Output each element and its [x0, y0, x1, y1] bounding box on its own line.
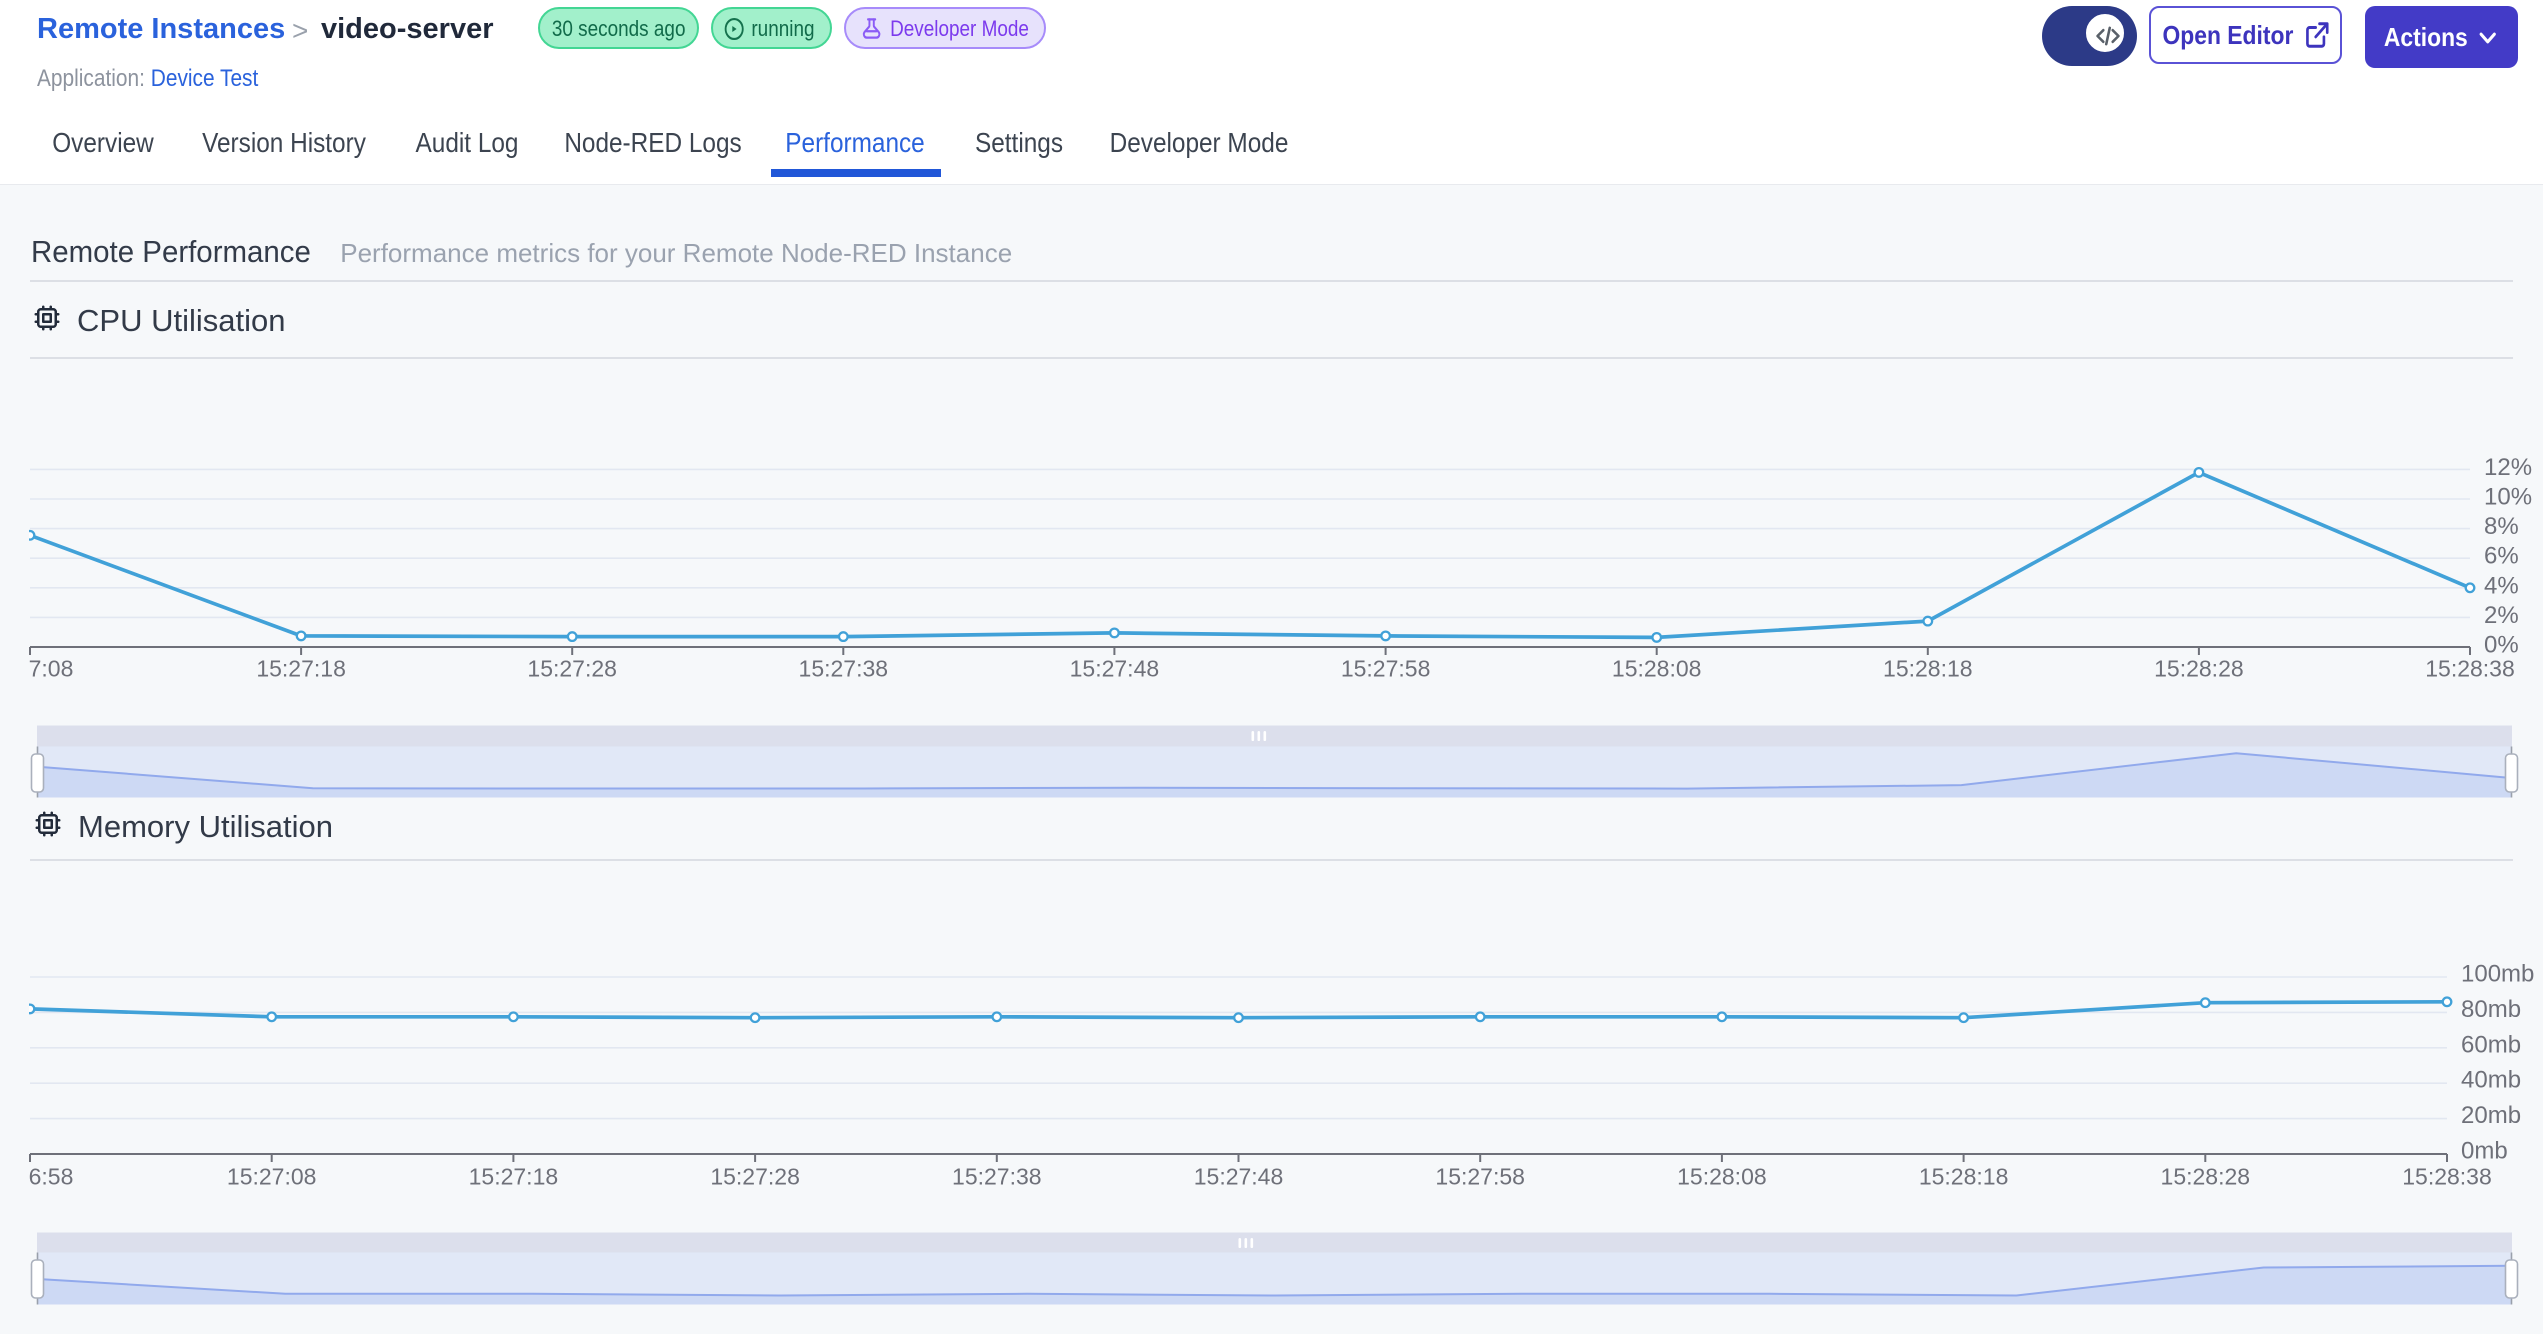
svg-text:7:08: 7:08	[29, 656, 74, 682]
svg-text:15:27:38: 15:27:38	[799, 656, 889, 682]
svg-text:15:27:28: 15:27:28	[527, 656, 617, 682]
svg-text:15:28:08: 15:28:08	[1677, 1164, 1767, 1190]
svg-text:15:27:28: 15:27:28	[710, 1164, 800, 1190]
svg-text:15:27:18: 15:27:18	[256, 656, 346, 682]
svg-text:100mb: 100mb	[2461, 961, 2534, 988]
svg-text:0mb: 0mb	[2461, 1138, 2508, 1165]
svg-text:15:28:28: 15:28:28	[2154, 656, 2244, 682]
svg-text:15:28:08: 15:28:08	[1612, 656, 1702, 682]
svg-text:6%: 6%	[2484, 543, 2519, 570]
svg-text:15:27:48: 15:27:48	[1194, 1164, 1284, 1190]
svg-text:0%: 0%	[2484, 632, 2519, 659]
svg-text:15:27:08: 15:27:08	[227, 1164, 317, 1190]
svg-text:15:27:38: 15:27:38	[952, 1164, 1042, 1190]
svg-text:15:27:58: 15:27:58	[1341, 656, 1431, 682]
svg-text:40mb: 40mb	[2461, 1067, 2521, 1094]
svg-text:15:27:48: 15:27:48	[1070, 656, 1160, 682]
svg-text:8%: 8%	[2484, 513, 2519, 540]
svg-text:15:28:18: 15:28:18	[1919, 1164, 2009, 1190]
svg-text:4%: 4%	[2484, 572, 2519, 599]
svg-text:60mb: 60mb	[2461, 1031, 2521, 1058]
svg-text:15:28:28: 15:28:28	[2161, 1164, 2251, 1190]
svg-text:15:27:58: 15:27:58	[1435, 1164, 1525, 1190]
svg-text:10%: 10%	[2484, 484, 2532, 511]
svg-text:80mb: 80mb	[2461, 996, 2521, 1023]
svg-text:2%: 2%	[2484, 602, 2519, 629]
svg-text:12%: 12%	[2484, 454, 2532, 481]
svg-text:15:28:18: 15:28:18	[1883, 656, 1973, 682]
svg-text:20mb: 20mb	[2461, 1102, 2521, 1129]
svg-text:15:27:18: 15:27:18	[469, 1164, 559, 1190]
svg-text:15:28:38: 15:28:38	[2425, 656, 2515, 682]
svg-text:6:58: 6:58	[29, 1164, 74, 1190]
svg-text:15:28:38: 15:28:38	[2402, 1164, 2492, 1190]
